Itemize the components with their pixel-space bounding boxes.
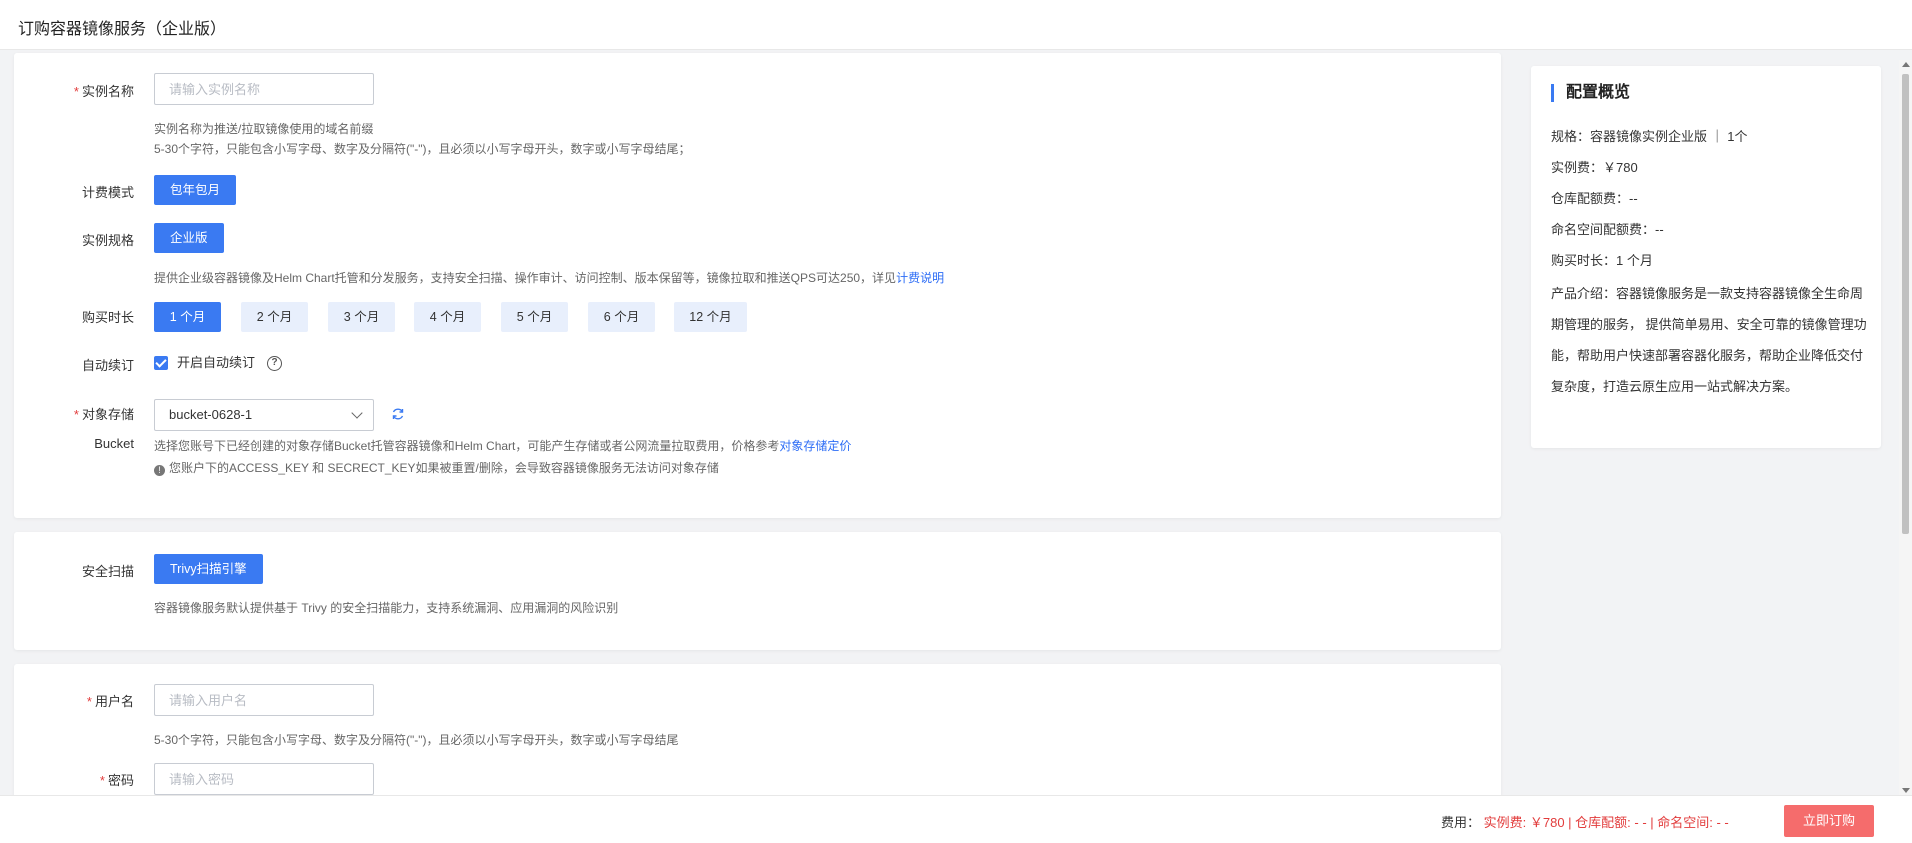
- instance-name-hint: 实例名称为推送/拉取镜像使用的域名前缀: [154, 122, 374, 136]
- auto-renew-checkbox-label[interactable]: 开启自动续订: [177, 353, 255, 373]
- top-bar: 订购容器镜像服务（企业版）: [0, 0, 1912, 50]
- config-summary-panel: 配置概览 规格：容器镜像实例企业版 ｜ 1个 实例费：￥780 仓库配额费：--…: [1531, 66, 1881, 448]
- duration-option-12[interactable]: 12 个月: [674, 302, 747, 332]
- summary-namespace-fee: 命名空间配额费：--: [1551, 222, 1664, 237]
- fee-summary: 费用： 实例费: ￥780 | 仓库配额: - - | 命名空间: - -: [1441, 812, 1729, 831]
- summary-duration: 购买时长：1 个月: [1551, 253, 1653, 268]
- duration-option-1[interactable]: 1 个月: [154, 302, 221, 332]
- username-label: * 用户名: [86, 694, 134, 709]
- trivy-engine-button[interactable]: Trivy扫描引擎: [154, 554, 263, 584]
- scroll-up-arrow[interactable]: [1902, 62, 1910, 67]
- page-scrollbar[interactable]: [1899, 60, 1912, 795]
- bucket-select-value: bucket-0628-1: [169, 407, 253, 422]
- order-footer: 费用： 实例费: ￥780 | 仓库配额: - - | 命名空间: - - 立即…: [0, 795, 1912, 843]
- billing-doc-link[interactable]: 计费说明: [896, 271, 944, 285]
- spec-label: 实例规格: [81, 233, 134, 248]
- duration-label: 购买时长: [81, 310, 134, 325]
- instance-name-label: * 实例名称: [73, 84, 134, 99]
- page-title: 订购容器镜像服务（企业版）: [18, 21, 227, 38]
- summary-instance-fee: 实例费：￥780: [1551, 160, 1638, 175]
- oss-pricing-link[interactable]: 对象存储定价: [779, 439, 851, 453]
- summary-intro: 产品介绍：容器镜像服务是一款支持容器镜像全生命周期管理的服务， 提供简单易用、安…: [1551, 286, 1867, 394]
- duration-option-2[interactable]: 2 个月: [241, 302, 308, 332]
- scroll-down-arrow[interactable]: [1902, 788, 1910, 793]
- billing-label: 计费模式: [81, 185, 134, 200]
- scrollbar-thumb[interactable]: [1902, 74, 1909, 534]
- bucket-hint: 选择您账号下已经创建的对象存储Bucket托管容器镜像和Helm Chart，可…: [154, 439, 852, 453]
- auto-renew-checkbox[interactable]: [154, 356, 168, 370]
- password-label: * 密码: [99, 773, 134, 788]
- required-mark: *: [86, 694, 92, 709]
- order-now-button[interactable]: 立即订购: [1784, 805, 1874, 837]
- summary-repo-fee: 仓库配额费：--: [1551, 191, 1638, 206]
- help-icon[interactable]: ?: [267, 356, 282, 371]
- billing-monthly-button[interactable]: 包年包月: [154, 175, 237, 205]
- credentials-card: *用户名 5-30个字符，只能包含小写字母、数字及分隔符("-")，且必须以小写…: [14, 664, 1501, 804]
- required-mark: *: [73, 407, 79, 422]
- username-hint: 5-30个字符，只能包含小写字母、数字及分隔符("-")，且必须以小写字母开头，…: [154, 733, 679, 747]
- duration-option-6[interactable]: 6 个月: [588, 302, 655, 332]
- spec-hint: 提供企业级容器镜像及Helm Chart托管和分发服务，支持安全扫描、操作审计、…: [154, 271, 945, 285]
- instance-name-rule: 5-30个字符，只能包含小写字母、数字及分隔符("-")，且必须以小写字母开头，…: [154, 142, 691, 156]
- bucket-warning: ! 您账户下的ACCESS_KEY 和 SECRECT_KEY如果被重置/删除，会…: [154, 458, 719, 478]
- summary-spec: 规格：容器镜像实例企业版 ｜ 1个: [1551, 129, 1748, 144]
- duration-option-5[interactable]: 5 个月: [501, 302, 568, 332]
- duration-option-4[interactable]: 4 个月: [414, 302, 481, 332]
- auto-renew-label: 自动续订: [81, 358, 134, 373]
- username-input[interactable]: [154, 684, 374, 716]
- fee-detail: 实例费: ￥780 | 仓库配额: - - | 命名空间: - -: [1483, 815, 1729, 830]
- security-scan-hint: 容器镜像服务默认提供基于 Trivy 的安全扫描能力，支持系统漏洞、应用漏洞的风…: [154, 601, 619, 615]
- bucket-label: * 对象存储: [73, 407, 134, 422]
- security-scan-card: 安全扫描 Trivy扫描引擎 容器镜像服务默认提供基于 Trivy 的安全扫描能…: [14, 532, 1501, 650]
- password-input[interactable]: [154, 763, 374, 795]
- refresh-icon[interactable]: [391, 407, 405, 421]
- required-mark: *: [73, 84, 79, 99]
- instance-name-input[interactable]: [154, 73, 374, 105]
- duration-option-3[interactable]: 3 个月: [328, 302, 395, 332]
- info-icon: !: [154, 465, 165, 476]
- instance-config-card: *实例名称 实例名称为推送/拉取镜像使用的域名前缀 5-30个字符，只能包含小写…: [14, 53, 1501, 518]
- required-mark: *: [99, 773, 105, 788]
- summary-title: 配置概览: [1551, 84, 1630, 102]
- spec-enterprise-button[interactable]: 企业版: [154, 223, 224, 253]
- bucket-select[interactable]: bucket-0628-1: [154, 399, 374, 431]
- security-scan-label: 安全扫描: [81, 564, 134, 579]
- bucket-label-line2: Bucket: [94, 436, 134, 451]
- fee-label: 费用：: [1441, 815, 1481, 830]
- chevron-down-icon: [351, 407, 363, 419]
